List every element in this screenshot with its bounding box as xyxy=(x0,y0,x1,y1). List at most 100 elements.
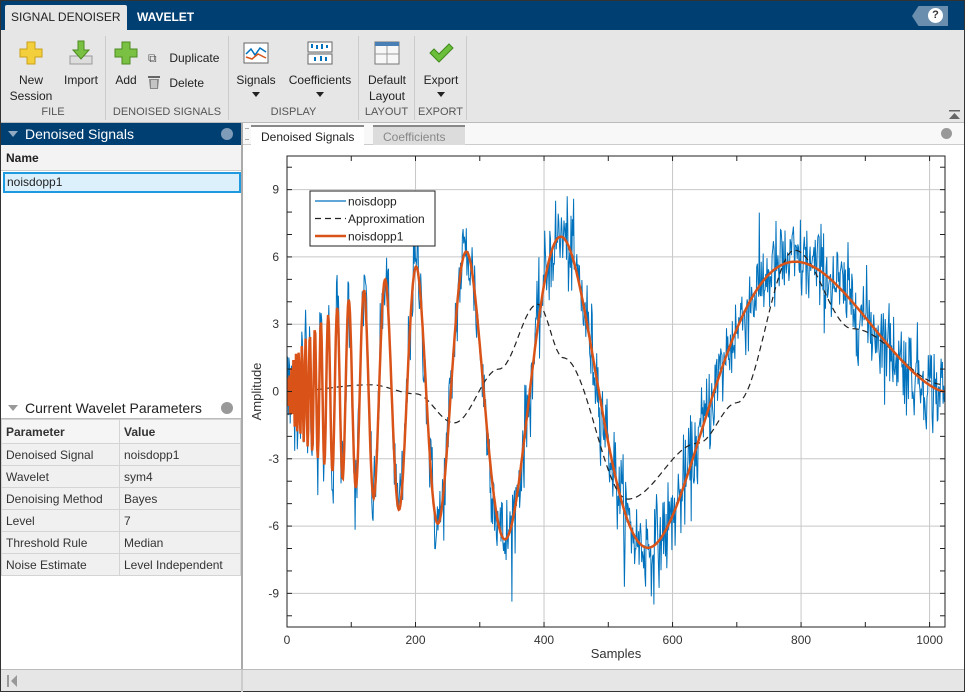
new-session-label: New Session xyxy=(9,73,53,103)
column-header-value: Value xyxy=(119,419,241,444)
signal-denoiser-app: SIGNAL DENOISER WAVELET ? New Session Im… xyxy=(0,0,965,692)
default-layout-button[interactable]: Default Layout xyxy=(363,40,411,104)
param-value: sym4 xyxy=(119,465,241,488)
param-value: 7 xyxy=(119,509,241,532)
import-button[interactable]: Import xyxy=(59,40,103,88)
wavelet-parameters-panel: Current Wavelet Parameters Parameter Val… xyxy=(1,397,243,576)
legend-label: Approximation xyxy=(348,212,425,226)
signal-plot[interactable]: 0 200 400 600 800 1000 -9 -6 -3 0 3 6 9 Samples Amplit… xyxy=(243,123,964,669)
param-name: Threshold Rule xyxy=(1,531,120,554)
coefficients-icon xyxy=(307,40,333,66)
duplicate-label: Duplicate xyxy=(169,51,220,65)
wavelet-parameters-header[interactable]: Current Wavelet Parameters xyxy=(1,397,243,419)
export-button[interactable]: Export xyxy=(419,40,463,97)
table-row: Denoised Signal noisdopp1 xyxy=(1,443,241,466)
help-button[interactable]: ? xyxy=(912,6,948,26)
trash-icon xyxy=(146,76,162,90)
section-display-label: DISPLAY xyxy=(270,106,317,118)
signals-plot-icon xyxy=(243,40,269,66)
y-tick-label: -9 xyxy=(268,586,279,600)
coefficients-button[interactable]: Coefficients xyxy=(285,40,355,97)
coefficients-label: Coefficients xyxy=(288,73,352,87)
chevron-down-icon xyxy=(252,92,260,97)
chevron-down-icon xyxy=(316,92,324,97)
column-header-parameter: Parameter xyxy=(1,419,120,444)
y-tick-label: 9 xyxy=(272,183,279,197)
section-denoised-label: DENOISED SIGNALS xyxy=(112,106,222,118)
ribbon: New Session Import FILE Add ⧉ Duplicate … xyxy=(1,30,964,123)
param-name: Wavelet xyxy=(1,465,120,488)
new-session-icon xyxy=(18,40,44,66)
import-label: Import xyxy=(63,73,98,87)
duplicate-button[interactable]: ⧉ Duplicate xyxy=(148,50,219,66)
import-icon xyxy=(68,40,94,66)
table-row: Wavelet sym4 xyxy=(1,465,241,488)
help-icon: ? xyxy=(928,8,943,23)
x-tick-label: 1000 xyxy=(916,633,943,647)
param-value: Bayes xyxy=(119,487,241,510)
status-bar xyxy=(1,669,964,692)
y-tick-label: 0 xyxy=(272,385,279,399)
collapse-icon xyxy=(949,110,960,119)
delete-button[interactable]: Delete xyxy=(146,74,204,91)
legend-label: noisdopp xyxy=(348,195,397,209)
duplicate-icon: ⧉ xyxy=(148,51,157,65)
new-session-button[interactable]: New Session xyxy=(9,40,53,104)
left-panel: Denoised Signals Name noisdopp1 Current … xyxy=(1,123,243,669)
collapse-left-icon[interactable] xyxy=(7,675,17,687)
section-export-label: EXPORT xyxy=(417,106,464,118)
x-tick-label: 200 xyxy=(406,633,426,647)
signal-list-item[interactable]: noisdopp1 xyxy=(3,172,241,193)
table-row: Level 7 xyxy=(1,509,241,532)
export-label: Export xyxy=(423,73,459,87)
signals-label: Signals xyxy=(236,73,276,87)
param-name: Denoised Signal xyxy=(1,443,120,466)
denoised-signals-title: Denoised Signals xyxy=(25,126,134,142)
param-value: noisdopp1 xyxy=(119,443,241,466)
x-axis-label: Samples xyxy=(591,646,642,661)
section-display: Signals Coefficients DISPLAY xyxy=(229,36,359,120)
parameters-table: Parameter Value Denoised Signal noisdopp1… xyxy=(1,419,241,576)
y-tick-label: -6 xyxy=(268,519,279,533)
table-row: Denoising Method Bayes xyxy=(1,487,241,510)
tab-wavelet[interactable]: WAVELET xyxy=(131,5,200,30)
param-value: Median xyxy=(119,531,241,554)
collapse-triangle-icon xyxy=(8,131,18,137)
y-tick-label: 6 xyxy=(272,250,279,264)
delete-label: Delete xyxy=(169,76,205,90)
section-file-label: FILE xyxy=(41,106,65,118)
section-layout-label: LAYOUT xyxy=(364,106,409,118)
table-row: Threshold Rule Median xyxy=(1,531,241,554)
wavelet-parameters-title: Current Wavelet Parameters xyxy=(25,400,202,416)
collapse-ribbon-button[interactable] xyxy=(949,109,960,119)
y-tick-label: 3 xyxy=(272,317,279,331)
tab-signal-denoiser[interactable]: SIGNAL DENOISER xyxy=(5,5,127,30)
collapse-triangle-icon xyxy=(8,405,18,411)
document-area: Denoised Signals Coefficients 0 200 400 600… xyxy=(243,123,964,669)
default-layout-label: Default Layout xyxy=(367,73,407,103)
table-row: Noise Estimate Level Independent xyxy=(1,553,241,576)
section-layout: Default Layout LAYOUT xyxy=(359,36,415,120)
section-export: Export EXPORT xyxy=(415,36,467,120)
signals-button[interactable]: Signals xyxy=(233,40,279,97)
param-name: Denoising Method xyxy=(1,487,120,510)
section-file: New Session Import FILE xyxy=(1,36,106,120)
param-value: Level Independent xyxy=(119,553,241,576)
x-tick-label: 400 xyxy=(534,633,554,647)
x-tick-label: 800 xyxy=(791,633,811,647)
status-divider xyxy=(241,670,243,692)
add-label: Add xyxy=(115,73,137,87)
panel-menu-icon[interactable] xyxy=(221,402,233,414)
layout-icon xyxy=(374,40,400,66)
name-column-header[interactable]: Name xyxy=(1,145,243,171)
x-tick-label: 600 xyxy=(663,633,683,647)
add-icon xyxy=(113,40,139,66)
checkmark-icon xyxy=(428,40,454,66)
denoised-signals-panel-header[interactable]: Denoised Signals xyxy=(1,123,243,145)
panel-menu-icon[interactable] xyxy=(221,128,233,140)
param-name: Level xyxy=(1,509,120,532)
x-tick-label: 0 xyxy=(284,633,291,647)
add-button[interactable]: Add xyxy=(110,40,142,88)
param-name: Noise Estimate xyxy=(1,553,120,576)
legend-label: noisdopp1 xyxy=(348,230,404,244)
